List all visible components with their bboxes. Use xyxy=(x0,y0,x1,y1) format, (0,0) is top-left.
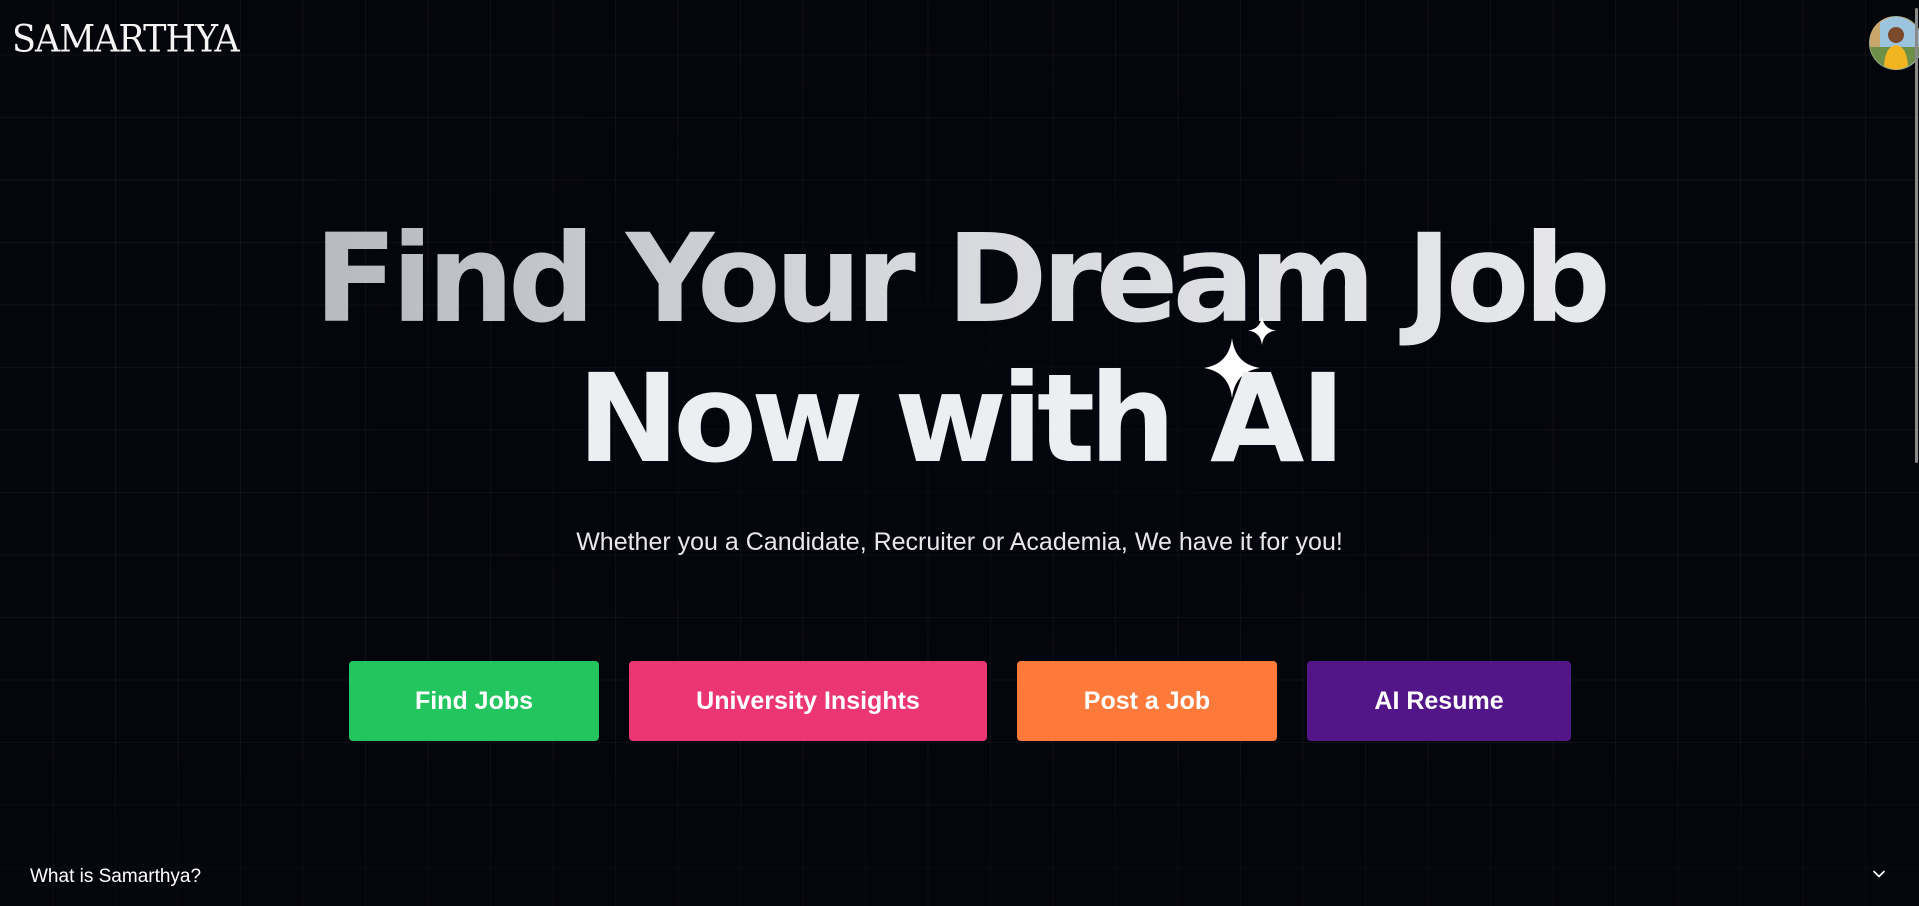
university-insights-button[interactable]: University Insights xyxy=(629,661,987,741)
post-a-job-button[interactable]: Post a Job xyxy=(1017,661,1277,741)
faq-question[interactable]: What is Samarthya? xyxy=(30,866,201,888)
ai-text: AI xyxy=(1210,348,1346,490)
user-avatar[interactable] xyxy=(1869,16,1919,70)
hero-title-now-with: Now with xyxy=(577,348,1176,490)
hero-title-line1: Find Your Dream Job xyxy=(0,208,1919,350)
hero-subtitle: Whether you a Candidate, Recruiter or Ac… xyxy=(576,528,1343,556)
ai-wordmark: AI xyxy=(1204,316,1346,490)
avatar-image xyxy=(1870,17,1919,69)
find-jobs-button[interactable]: Find Jobs xyxy=(349,661,599,741)
chevron-down-icon[interactable] xyxy=(1871,866,1887,882)
brand-logo[interactable]: SAMARTHYA xyxy=(12,18,240,61)
ai-resume-button[interactable]: AI Resume xyxy=(1307,661,1571,741)
hero-title-line2: Now with AI xyxy=(0,316,1919,490)
